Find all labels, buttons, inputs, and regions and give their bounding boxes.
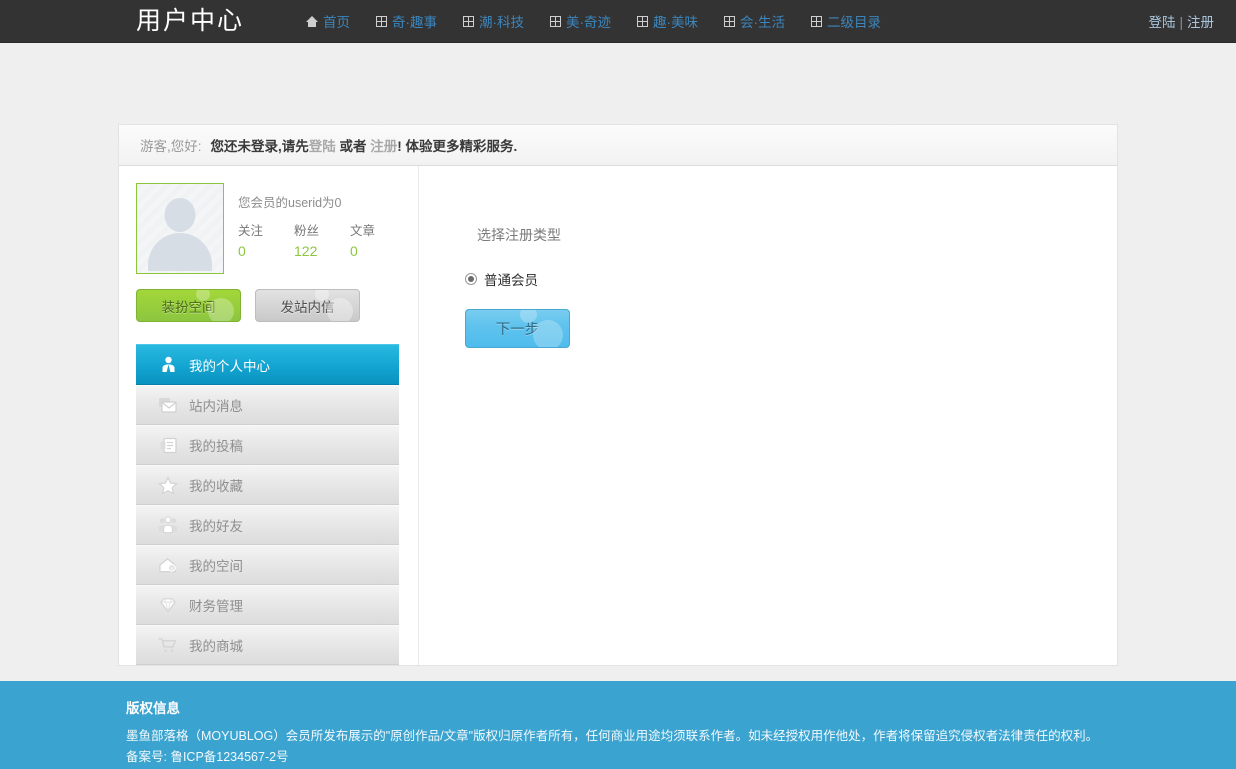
sidebar-item-my-favorites[interactable]: 我的收藏: [136, 465, 399, 505]
sidebar-item-label: 我的收藏: [189, 479, 243, 494]
welcome-message: 您还未登录,请先登陆 或者 注册! 体验更多精彩服务.: [211, 135, 518, 155]
sidebar-menu: 我的个人中心 站内消息 我的投稿 我的收藏 我的好友 S 我的空间 财务管理 我…: [136, 344, 399, 665]
nav-item-home[interactable]: 首页: [306, 11, 350, 31]
document-icon: [158, 435, 178, 455]
top-navigation-bar: 用户中心 首页 奇·趣事 潮·科技 美·奇迹 趣·美味 会·生活 二级目录 登陆…: [0, 0, 1236, 43]
site-brand-title: 用户中心: [136, 6, 245, 35]
sidebar-item-label: 我的商城: [189, 639, 243, 654]
footer-icp-record: 备案号: 鲁ICP备1234567-2号: [126, 750, 289, 764]
next-step-button[interactable]: 下一步: [465, 309, 570, 348]
main-content-column: 选择注册类型 普通会员 下一步: [419, 166, 1117, 665]
welcome-login-link[interactable]: 登陆: [309, 139, 336, 154]
sidebar-item-my-friends[interactable]: 我的好友: [136, 505, 399, 545]
stat-value: 0: [350, 243, 358, 259]
stat-followers: 粉丝 122: [294, 220, 350, 259]
radio-selected-dot: [468, 276, 474, 282]
radio-label: 普通会员: [484, 273, 538, 288]
sidebar-item-label: 财务管理: [189, 599, 243, 614]
grid-icon: [550, 15, 562, 27]
nav-item-second-level-directory[interactable]: 二级目录: [811, 11, 881, 31]
sidebar-item-label: 我的好友: [189, 519, 243, 534]
profile-summary: 您会员的userid为0 关注 0 粉丝 122 文章 0: [136, 183, 418, 274]
sidebar-item-label: 我的个人中心: [189, 358, 270, 374]
stat-following: 关注 0: [238, 220, 294, 259]
footer-title: 版权信息: [126, 701, 180, 716]
footer-inner: 版权信息 墨鱼部落格（MOYUBLOG）会员所发布展示的"原创作品/文章"版权归…: [118, 697, 1118, 769]
cart-icon: [158, 635, 178, 655]
nav-item-qu-meiwei[interactable]: 趣·美味: [637, 11, 698, 31]
house-icon: S: [158, 555, 178, 575]
content-panel: 您会员的userid为0 关注 0 粉丝 122 文章 0 装扮空间 发站内信 …: [118, 166, 1118, 666]
friends-icon: [158, 515, 178, 535]
welcome-register-link[interactable]: 注册: [370, 139, 397, 154]
sidebar-item-my-store[interactable]: 我的商城: [136, 625, 399, 665]
register-link[interactable]: 注册: [1187, 15, 1214, 30]
home-icon: [306, 15, 319, 27]
sidebar-item-site-messages[interactable]: 站内消息: [136, 385, 399, 425]
sidebar-item-my-submissions[interactable]: 我的投稿: [136, 425, 399, 465]
nav-label: 潮·科技: [479, 15, 525, 30]
diamond-icon: [158, 595, 178, 615]
nav-label: 二级目录: [827, 15, 882, 30]
page-wrapper: 游客,您好: 您还未登录,请先登陆 或者 注册! 体验更多精彩服务. 您会员的u…: [118, 43, 1118, 666]
star-icon: [158, 475, 178, 495]
user-id-text: 您会员的userid为0: [238, 196, 342, 210]
main-navigation: 首页 奇·趣事 潮·科技 美·奇迹 趣·美味 会·生活 二级目录: [306, 11, 881, 31]
auth-links: 登陆 | 注册: [1148, 11, 1214, 31]
stat-label: 关注: [238, 224, 264, 238]
nav-label: 奇·趣事: [392, 15, 438, 30]
nav-item-qi-qushi[interactable]: 奇·趣事: [376, 11, 437, 31]
svg-text:S: S: [170, 566, 173, 572]
auth-separator: |: [1179, 15, 1183, 30]
grid-icon: [637, 15, 649, 27]
sidebar-item-my-space[interactable]: S 我的空间: [136, 545, 399, 585]
nav-label: 首页: [323, 15, 351, 30]
form-title: 选择注册类型: [477, 227, 561, 243]
button-highlight-bubble: [327, 298, 353, 321]
stat-articles: 文章 0: [350, 220, 406, 259]
sidebar-item-label: 站内消息: [189, 399, 243, 414]
stat-value: 122: [294, 243, 318, 259]
nav-item-mei-qiji[interactable]: 美·奇迹: [550, 11, 611, 31]
sidebar-item-label: 我的投稿: [189, 439, 243, 454]
sidebar-item-finance-management[interactable]: 财务管理: [136, 585, 399, 625]
grid-icon: [376, 15, 388, 27]
nav-label: 趣·美味: [653, 15, 699, 30]
site-footer: 版权信息 墨鱼部落格（MOYUBLOG）会员所发布展示的"原创作品/文章"版权归…: [0, 681, 1236, 769]
profile-stats: 关注 0 粉丝 122 文章 0: [238, 220, 406, 259]
send-message-button[interactable]: 发站内信: [255, 289, 360, 322]
welcome-message-mid: 或者: [335, 139, 371, 154]
welcome-message-post: ! 体验更多精彩服务.: [397, 139, 518, 154]
button-highlight-bubble: [208, 298, 234, 321]
user-center-icon: [158, 355, 178, 375]
welcome-greeting: 游客,您好:: [140, 139, 202, 154]
sidebar-item-label: 我的空间: [189, 559, 243, 574]
stat-label: 粉丝: [294, 224, 320, 238]
avatar-body-shape: [148, 233, 212, 271]
welcome-message-pre: 您还未登录,请先: [210, 139, 309, 154]
grid-icon: [811, 15, 823, 27]
registration-type-option-normal[interactable]: 普通会员: [465, 269, 1117, 289]
nav-item-chao-keji[interactable]: 潮·科技: [463, 11, 524, 31]
button-highlight-bubble: [533, 320, 563, 347]
footer-copyright-notice: 墨鱼部落格（MOYUBLOG）会员所发布展示的"原创作品/文章"版权归原作者所有…: [126, 729, 1099, 743]
envelope-icon: [158, 395, 178, 415]
decorate-space-button[interactable]: 装扮空间: [136, 289, 241, 322]
stat-label: 文章: [350, 224, 376, 238]
avatar[interactable]: [136, 183, 224, 274]
stat-value: 0: [238, 243, 246, 259]
nav-label: 会·生活: [740, 15, 786, 30]
sidebar-item-personal-center[interactable]: 我的个人中心: [136, 344, 399, 385]
radio-button[interactable]: [465, 273, 477, 285]
nav-item-hui-shenghuo[interactable]: 会·生活: [724, 11, 785, 31]
login-link[interactable]: 登陆: [1148, 15, 1175, 30]
grid-icon: [463, 15, 475, 27]
nav-label: 美·奇迹: [566, 15, 612, 30]
profile-details: 您会员的userid为0 关注 0 粉丝 122 文章 0: [238, 183, 406, 274]
profile-action-buttons: 装扮空间 发站内信: [136, 289, 418, 322]
sidebar-column: 您会员的userid为0 关注 0 粉丝 122 文章 0 装扮空间 发站内信 …: [119, 166, 419, 665]
welcome-bar: 游客,您好: 您还未登录,请先登陆 或者 注册! 体验更多精彩服务.: [118, 124, 1118, 166]
grid-icon: [724, 15, 736, 27]
avatar-head-shape: [164, 198, 196, 232]
